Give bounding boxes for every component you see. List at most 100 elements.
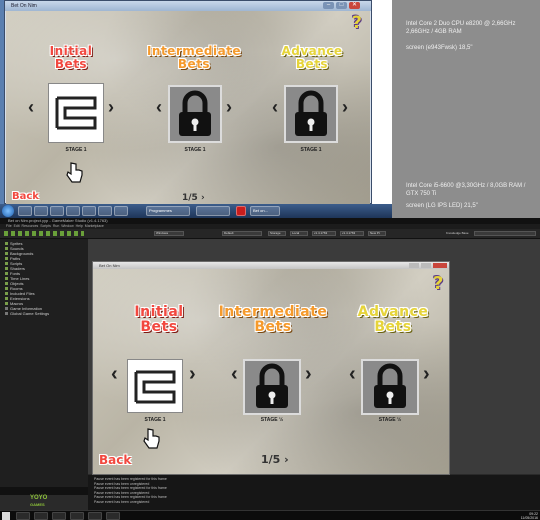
next-page-icon[interactable]: › [284, 453, 289, 466]
ide-toolbar: Windows Default Storage Local v1.4.1763 … [0, 229, 540, 239]
taskbar-item[interactable] [18, 206, 32, 216]
taskbar-item[interactable] [52, 512, 66, 520]
next-arrow-icon[interactable]: › [189, 363, 196, 386]
taskbar-item[interactable] [106, 512, 120, 520]
version-field-2[interactable]: v1.4.1763 [340, 231, 364, 236]
stage-title-advance: Advance Bets [349, 305, 437, 334]
stage-title-text: Intermediate Bets [146, 44, 242, 71]
game-canvas: ? Initial Bets ‹ › STAGE 1 Intermediate … [6, 11, 370, 205]
prev-arrow-icon[interactable]: ‹ [231, 363, 238, 386]
stage-caption: STAGE 1 [184, 147, 206, 153]
taskbar-item[interactable] [196, 206, 230, 216]
maze-icon [134, 370, 176, 404]
prev-arrow-icon[interactable]: ‹ [111, 363, 118, 386]
taskbar: 09:22 11/05/2016 [0, 510, 540, 520]
resource-search-field[interactable] [0, 487, 88, 495]
next-arrow-icon[interactable]: › [423, 363, 430, 386]
padlock-icon [295, 90, 327, 136]
minimize-button[interactable]: – [323, 2, 334, 9]
knowledge-base-search[interactable] [474, 231, 536, 236]
maximize-button[interactable] [421, 263, 431, 268]
locked-stage-thumbnail[interactable] [243, 359, 301, 415]
taskbar-item[interactable]: Bet on... [250, 206, 280, 216]
stage-title-text: Initial Bets [134, 304, 184, 335]
prev-arrow-icon[interactable]: ‹ [28, 97, 34, 118]
stage-title-advance: Advance Bets [274, 45, 350, 70]
taskbar-item[interactable] [50, 206, 64, 216]
maze-icon [55, 96, 97, 130]
next-arrow-icon[interactable]: › [226, 97, 232, 118]
knowledge-base-label: Knowledge Base [446, 231, 469, 235]
prev-arrow-icon[interactable]: ‹ [349, 363, 356, 386]
locked-stage-thumbnail[interactable] [284, 85, 338, 143]
next-arrow-icon[interactable]: › [108, 97, 114, 118]
help-icon[interactable]: ? [352, 13, 362, 33]
padlock-icon [179, 90, 211, 136]
background-app-strip [372, 0, 392, 204]
page-indicator: 1/5 › [182, 193, 205, 203]
stage-title-text: Intermediate Bets [218, 304, 328, 335]
page-indicator: 1/5 › [261, 453, 289, 466]
stage-caption: STAGE ½ [260, 417, 284, 423]
stage-title-initial: Initial Bets [36, 45, 106, 70]
taskbar-item[interactable] [66, 206, 80, 216]
resource-tree: Sprites Sounds Backgrounds Paths Scripts… [0, 239, 88, 495]
stage-caption: STAGE ½ [378, 417, 402, 423]
toolbar-icons[interactable] [4, 231, 84, 236]
taskbar-item[interactable] [34, 206, 48, 216]
target-select[interactable]: Windows [154, 231, 184, 236]
yoyo-games-logo: YOYO GAMES [30, 495, 88, 509]
help-icon[interactable]: ? [433, 273, 443, 294]
taskbar-item[interactable] [16, 512, 30, 520]
game-window-top: Bet On Nim – □ ✕ ? Initial Bets ‹ › STAG… [4, 0, 372, 205]
close-button[interactable] [433, 263, 447, 268]
page-indicator-text: 1/5 [182, 193, 198, 203]
next-page-icon[interactable]: › [201, 193, 205, 203]
output-line: Pause event has been unregistered [94, 499, 150, 504]
taskbar-item[interactable] [34, 512, 48, 520]
new-pt-button[interactable]: New Pt [368, 231, 386, 236]
prev-arrow-icon[interactable]: ‹ [156, 97, 162, 118]
maximize-button[interactable]: □ [336, 2, 347, 9]
start-button-icon[interactable] [2, 205, 14, 217]
taskbar-item[interactable] [98, 206, 112, 216]
back-button[interactable]: Back [12, 191, 39, 202]
pc1-specs: Intel Core 2 Duo CPU e8200 @ 2,66GHz 2,6… [406, 21, 516, 35]
back-button[interactable]: Back [99, 453, 131, 467]
tree-item-global-game-settings[interactable]: Global Game Settings [5, 311, 49, 316]
spec-notes: Intel Core 2 Duo CPU e8200 @ 2,66GHz 2,6… [392, 0, 540, 218]
taskbar-item[interactable] [70, 512, 84, 520]
taskbar-item[interactable] [82, 206, 96, 216]
stage-thumbnail[interactable] [127, 359, 183, 413]
locked-stage-thumbnail[interactable] [361, 359, 419, 415]
locked-stage-thumbnail[interactable] [168, 85, 222, 143]
config-select[interactable]: Default [222, 231, 262, 236]
stage-thumbnail[interactable] [48, 83, 104, 143]
prev-arrow-icon[interactable]: ‹ [272, 97, 278, 118]
stage-title-initial: Initial Bets [117, 305, 201, 334]
top-screenshot: Bet On Nim – □ ✕ ? Initial Bets ‹ › STAG… [0, 0, 392, 218]
window-title: Bet On Nim [93, 262, 449, 269]
stage-caption: STAGE 1 [300, 147, 322, 153]
taskbar-item[interactable] [88, 512, 102, 520]
next-arrow-icon[interactable]: › [305, 363, 312, 386]
padlock-icon [256, 363, 288, 408]
taskbar-item[interactable] [114, 206, 128, 216]
stage-caption: STAGE 1 [144, 417, 166, 423]
logo-line-2: GAMES [30, 502, 45, 507]
start-button-icon[interactable] [2, 512, 10, 520]
clock-date: 11/05/2016 [520, 516, 538, 520]
hand-cursor-icon [66, 162, 83, 183]
version-field[interactable]: v1.4.1763 [312, 231, 336, 236]
stage-title-intermediate: Intermediate Bets [217, 305, 329, 334]
taskbar-item[interactable] [236, 206, 246, 216]
hand-cursor-icon [143, 428, 160, 449]
stage-title-text: Advance Bets [357, 304, 429, 335]
next-arrow-icon[interactable]: › [342, 97, 348, 118]
game-window-bottom: Bet On Nim ? Initial Bets ‹ › STAGE 1 In… [92, 261, 450, 475]
taskbar-item[interactable]: Programmes [146, 206, 190, 216]
close-button[interactable]: ✕ [349, 2, 360, 9]
device-select[interactable]: Local [290, 231, 308, 236]
storage-button[interactable]: Storage [268, 231, 286, 236]
minimize-button[interactable] [409, 263, 419, 268]
